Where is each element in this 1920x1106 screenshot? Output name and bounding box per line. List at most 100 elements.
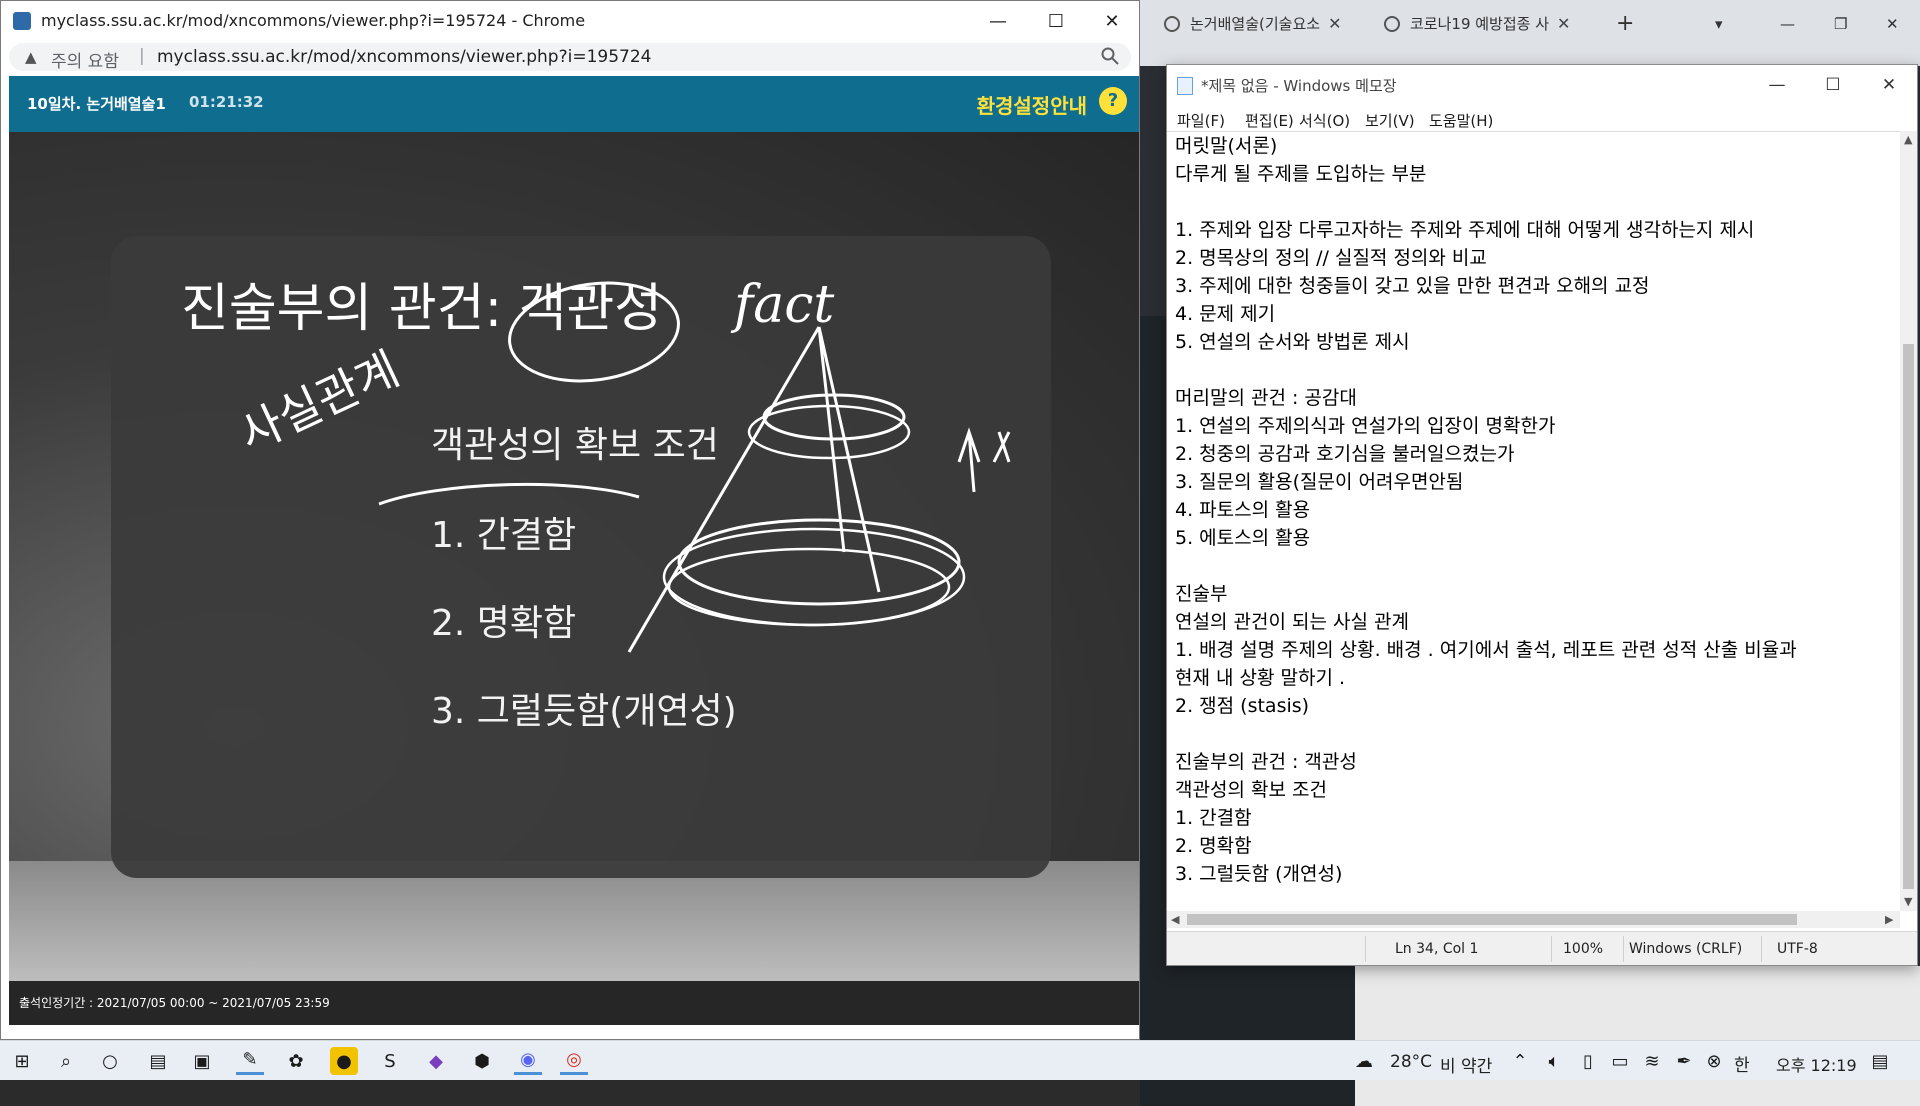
close-icon[interactable]: ✕ [1876, 6, 1909, 41]
weather-temperature[interactable]: 28°C [1390, 1052, 1432, 1072]
paint-icon[interactable]: ✿ [282, 1047, 310, 1075]
search-icon[interactable]: ⌕ [52, 1047, 80, 1075]
ime-indicator[interactable]: 한 [1734, 1051, 1750, 1076]
notepad-line: 1. 간결함 [1175, 807, 1252, 829]
address-bar[interactable]: ▲ 주의 요함 | myclass.ssu.ac.kr/mod/xncommon… [9, 43, 1131, 72]
notepad-line: 머릿말(서론) [1175, 135, 1278, 157]
sticky-notes-icon[interactable]: ▣ [188, 1047, 216, 1075]
viewer-titlebar[interactable]: myclass.ssu.ac.kr/mod/xncommons/viewer.p… [1, 1, 1139, 41]
weather-description[interactable]: 비 약간 [1440, 1052, 1492, 1077]
line-ending: Windows (CRLF) [1629, 941, 1743, 957]
menu-view[interactable]: 보기(V) [1365, 110, 1415, 131]
show-hidden-icons-icon[interactable]: ⌃ [1506, 1047, 1534, 1075]
slide-subtitle: 객관성의 확보 조건 [431, 425, 719, 466]
windows-start-icon[interactable]: ⊞ [8, 1047, 36, 1075]
globe-icon [1384, 15, 1400, 32]
sublime-icon[interactable]: S [376, 1047, 404, 1075]
notepad-text-area[interactable]: 머릿말(서론) 다루게 될 주제를 도입하는 부분 1. 주제와 입장 다루고자하… [1167, 131, 1900, 911]
close-tab-icon[interactable]: ✕ [1557, 14, 1570, 33]
notepad-line: 머리말의 관건 : 공감대 [1175, 387, 1357, 409]
minimize-icon[interactable]: — [1770, 6, 1805, 41]
tab-label: 코로나19 예방접종 사 [1410, 15, 1550, 33]
maximize-icon[interactable]: ☐ [1805, 65, 1861, 105]
zoom-icon[interactable] [1101, 47, 1119, 65]
notepad-line: 1. 배경 설명 주제의 상황. 배경 . 여기에서 출석, 레포트 관련 성적… [1175, 639, 1797, 661]
blocked-icon[interactable]: ⊗ [1700, 1047, 1728, 1075]
new-tab-button[interactable]: + [1606, 6, 1644, 41]
minimize-icon[interactable]: — [1749, 65, 1805, 105]
help-button[interactable]: ? [1099, 87, 1127, 115]
close-icon[interactable]: ✕ [1083, 1, 1141, 41]
vertical-scrollbar[interactable]: ▲ ▼ [1900, 131, 1917, 911]
site-favicon-icon [13, 12, 31, 30]
notepad-line: 4. 문제 제기 [1175, 303, 1276, 325]
notepad-titlebar[interactable]: *제목 없음 - Windows 메모장 — ☐ ✕ [1167, 65, 1917, 105]
notepad-line: 1. 연설의 주제의식과 연설가의 입장이 명확한가 [1175, 415, 1556, 437]
notepad-line [1175, 188, 1797, 216]
player-header: 10일차. 논거배열술1 01:21:32 환경설정안내 ? [9, 76, 1139, 132]
discord-icon[interactable]: ◉ [514, 1047, 542, 1075]
menu-file[interactable]: 파일(F) [1177, 110, 1225, 131]
horizontal-scrollbar[interactable]: ◀ ▶ [1167, 911, 1900, 928]
taskbar: ⊞ ⌕ ○ ▤ ▣ ✎ ✿ ● S ◆ ⬢ ◉ ◎ ☁ 28°C 비 약간 ⌃ … [0, 1040, 1920, 1080]
tab-search-icon[interactable]: ▾ [1705, 6, 1733, 41]
settings-guide-link[interactable]: 환경설정안내 [977, 90, 1087, 119]
notifications-icon[interactable]: ▤ [1866, 1047, 1894, 1075]
task-view-icon[interactable]: ○ [96, 1047, 124, 1075]
background-tab-strip: 논거배열술(기술요소 ✕ 코로나19 예방접종 사 ✕ + ▾ — ❐ ✕ [1140, 0, 1920, 41]
battery-icon[interactable]: ▭ [1606, 1047, 1634, 1075]
volume-icon[interactable]: 🔈︎ [1540, 1047, 1568, 1075]
address-url[interactable]: myclass.ssu.ac.kr/mod/xncommons/viewer.p… [157, 47, 651, 67]
vertical-scroll-thumb[interactable] [1903, 344, 1914, 889]
python-icon[interactable]: ⬢ [468, 1047, 496, 1075]
lecture-video[interactable]: 진술부의 관건: 객관성 객관성의 확보 조건 1. 간결함 2. 명확함 3.… [9, 132, 1139, 981]
cursor-position: Ln 34, Col 1 [1395, 941, 1479, 957]
maximize-icon[interactable]: ☐ [1027, 1, 1085, 41]
warning-icon[interactable]: ▲ [25, 48, 37, 66]
encoding: UTF-8 [1777, 941, 1818, 957]
pen-icon[interactable]: ✒ [1670, 1047, 1698, 1075]
slide-item: 1. 간결함 [431, 515, 577, 556]
security-warning-label[interactable]: 주의 요함 [51, 47, 119, 72]
notepad-title: *제목 없음 - Windows 메모장 [1201, 77, 1397, 95]
scroll-down-icon[interactable]: ▼ [1904, 895, 1912, 908]
wifi-icon[interactable]: ≋ [1638, 1047, 1666, 1075]
background-page-footer [1355, 966, 1920, 1106]
menu-help[interactable]: 도움말(H) [1429, 110, 1493, 131]
background-tab[interactable]: 논거배열술(기술요소 ✕ [1154, 6, 1351, 41]
close-icon[interactable]: ✕ [1861, 65, 1917, 105]
attendance-period: 출석인정기간 : 2021/07/05 00:00 ~ 2021/07/05 2… [19, 996, 330, 1010]
elapsed-time: 01:21:32 [189, 93, 264, 111]
chrome-icon[interactable]: ◎ [560, 1047, 588, 1075]
lesson-title: 10일차. 논거배열술1 [27, 95, 166, 113]
clock[interactable]: 오후 12:19 [1776, 1052, 1857, 1076]
weather-icon[interactable]: ☁ [1350, 1047, 1378, 1075]
globe-icon [1164, 15, 1180, 32]
kakaotalk-icon[interactable]: ● [330, 1047, 358, 1075]
notepad-line: 진술부 [1175, 583, 1228, 605]
notepad-line: 4. 파토스의 활용 [1175, 499, 1311, 521]
notepad-icon [1177, 77, 1193, 95]
attendance-bar: 출석인정기간 : 2021/07/05 00:00 ~ 2021/07/05 2… [9, 981, 1139, 1025]
file-explorer-icon[interactable]: ▤ [144, 1047, 172, 1075]
notepad-line: 3. 질문의 활용(질문이 어려우면안됨 [1175, 471, 1464, 493]
restore-icon[interactable]: ❐ [1824, 6, 1857, 41]
notepad-line [1175, 720, 1797, 748]
notepad-line: 1. 주제와 입장 다루고자하는 주제와 주제에 대해 어떻게 생각하는지 제시 [1175, 219, 1755, 241]
scroll-right-icon[interactable]: ▶ [1885, 913, 1893, 926]
background-tab[interactable]: 코로나19 예방접종 사 ✕ [1374, 6, 1580, 41]
visual-studio-icon[interactable]: ◆ [422, 1047, 450, 1075]
device-icon[interactable]: ▯ [1574, 1047, 1602, 1075]
notepad-line: 객관성의 확보 조건 [1175, 779, 1327, 801]
menu-format[interactable]: 서식(O) [1299, 110, 1350, 131]
notepad-line: 다루게 될 주제를 도입하는 부분 [1175, 163, 1427, 185]
minimize-icon[interactable]: — [969, 1, 1027, 41]
horizontal-scroll-thumb[interactable] [1187, 914, 1797, 925]
menu-edit[interactable]: 편집(E) [1245, 110, 1294, 131]
scroll-left-icon[interactable]: ◀ [1171, 913, 1179, 926]
notepad-line: 2. 쟁점 (stasis) [1175, 695, 1310, 717]
notepad-taskbar-icon[interactable]: ✎ [236, 1047, 264, 1075]
close-tab-icon[interactable]: ✕ [1328, 14, 1341, 33]
scroll-up-icon[interactable]: ▲ [1904, 133, 1912, 146]
lecture-slide: 진술부의 관건: 객관성 객관성의 확보 조건 1. 간결함 2. 명확함 3.… [111, 236, 1051, 878]
